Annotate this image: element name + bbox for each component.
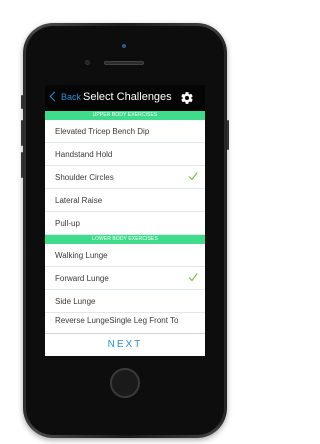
front-camera [122,44,126,48]
exercise-label: Handstand Hold [55,150,113,159]
back-label: Back [61,92,82,102]
list-item[interactable]: Side Lunge [45,290,205,313]
section-header-lower-body: LOWER BODY EXERCISES [45,235,205,244]
exercise-label: Elevated Tricep Bench Dip [55,127,150,136]
next-button[interactable]: NEXT [45,333,205,356]
mute-switch [21,95,23,109]
page-title: Select Challenges [83,91,172,103]
list-item[interactable]: Forward Lunge [45,267,205,290]
gear-icon[interactable] [180,91,194,105]
proximity-sensor [85,60,90,65]
back-button[interactable]: Back [49,91,82,102]
power-button [227,120,229,150]
home-button[interactable] [110,368,140,398]
list-item[interactable]: Lateral Raise [45,189,205,212]
list-item[interactable]: Shoulder Circles [45,166,205,189]
exercise-label: Shoulder Circles [55,173,114,182]
list-item[interactable]: Walking Lunge [45,244,205,267]
list-item[interactable]: Pull-up [45,212,205,235]
exercise-label: Reverse LungeSingle Leg Front To [55,316,179,325]
chevron-left-icon [49,91,60,102]
exercise-label: Forward Lunge [55,274,109,283]
exercise-label: Pull-up [55,219,80,228]
volume-down-button [21,152,23,178]
exercise-label: Lateral Raise [55,196,103,205]
checkmark-icon [188,273,198,282]
app-screen: Back Select Challenges UPPER BODY EXERCI… [45,85,205,356]
list-item[interactable]: Handstand Hold [45,143,205,166]
section-header-upper-body: UPPER BODY EXERCISES [45,111,205,120]
list-item[interactable]: Elevated Tricep Bench Dip [45,120,205,143]
exercise-label: Walking Lunge [55,251,108,260]
volume-up-button [21,120,23,146]
earpiece-speaker [104,61,144,65]
checkmark-icon [188,172,198,181]
exercise-label: Side Lunge [55,297,96,306]
navigation-bar: Back Select Challenges [45,85,205,111]
